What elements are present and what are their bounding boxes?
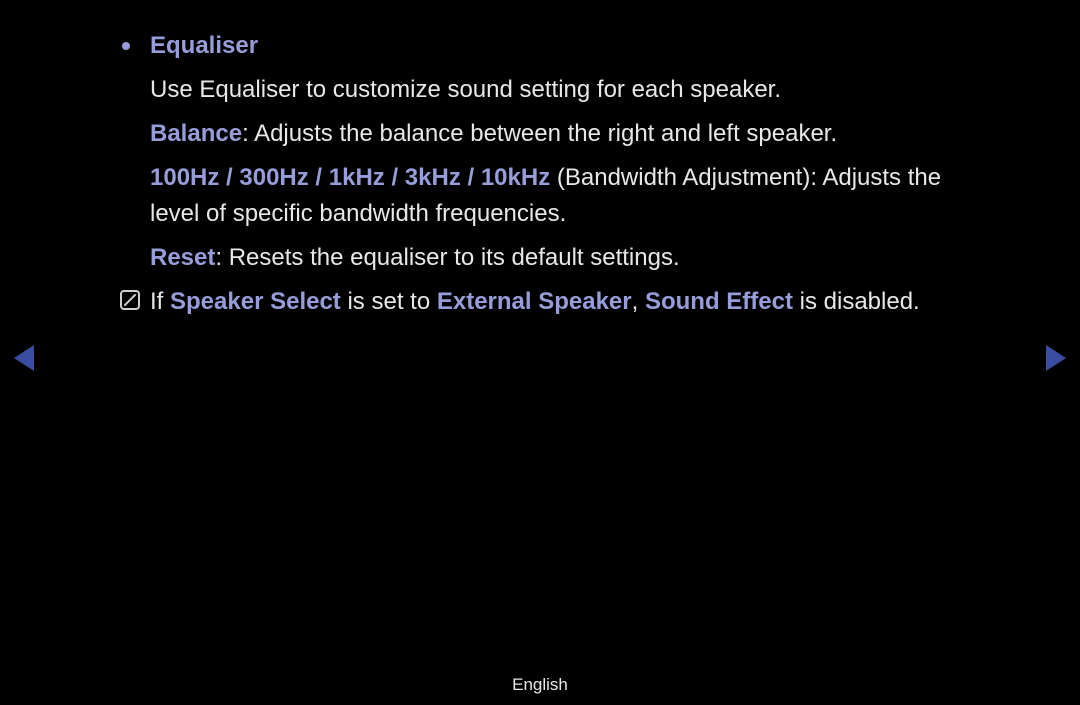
note-t1: If	[150, 288, 170, 315]
item-key: Balance	[150, 120, 242, 147]
note-text: If Speaker Select is set to External Spe…	[150, 284, 920, 320]
item-frequencies: 100Hz / 300Hz / 1kHz / 3kHz / 10kHz (Ban…	[150, 160, 960, 232]
next-page-arrow[interactable]	[1046, 345, 1066, 371]
item-paren: (Bandwidth Adjustment)	[550, 164, 810, 191]
item-text: : Resets the equaliser to its default se…	[215, 244, 679, 271]
bullet-icon	[122, 42, 130, 50]
note-k3: Sound Effect	[645, 288, 793, 315]
item-reset: Reset: Resets the equaliser to its defau…	[150, 240, 960, 276]
item-key: Reset	[150, 244, 215, 271]
note-icon	[120, 290, 140, 310]
item-balance: Balance: Adjusts the balance between the…	[150, 116, 960, 152]
note-t3: ,	[632, 288, 645, 315]
item-text: : Adjusts the balance between the right …	[242, 120, 837, 147]
footer-language: English	[0, 675, 1080, 695]
note-k1: Speaker Select	[170, 288, 341, 315]
intro-text: Use Equaliser to customize sound setting…	[150, 72, 960, 108]
item-key: 100Hz / 300Hz / 1kHz / 3kHz / 10kHz	[150, 164, 550, 191]
previous-page-arrow[interactable]	[14, 345, 34, 371]
note-k2: External Speaker	[437, 288, 632, 315]
page-content: Equaliser Use Equaliser to customize sou…	[150, 28, 960, 320]
section-title: Equaliser	[150, 28, 258, 64]
note-t4: is disabled.	[793, 288, 920, 315]
note-t2: is set to	[341, 288, 437, 315]
